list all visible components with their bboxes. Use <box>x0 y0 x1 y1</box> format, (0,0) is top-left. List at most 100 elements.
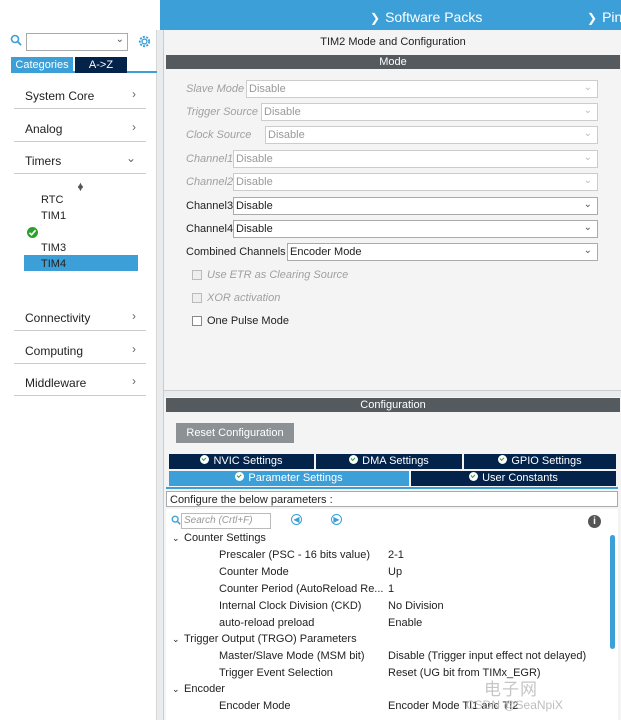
info-icon[interactable]: i <box>588 515 601 528</box>
checkbox-label: Use ETR as Clearing Source <box>207 269 349 281</box>
param-row[interactable]: Counter Period (AutoReload Re... 1 <box>166 583 606 599</box>
page-title: TIM2 Mode and Configuration <box>320 36 466 48</box>
param-name: Encoder Mode <box>219 700 291 712</box>
channel4-row: Channel4 Disable ⌄ <box>186 220 598 238</box>
field-label: Slave Mode <box>186 83 245 95</box>
tab-a-to-z[interactable]: A->Z <box>75 57 127 73</box>
vertical-scrollbar[interactable] <box>610 535 615 649</box>
check-circle-icon <box>349 455 359 464</box>
chevron-down-icon: ⌄ <box>115 34 124 45</box>
select-value: Disable <box>236 223 273 235</box>
clock-source-row: Clock Source Disable ⌄ <box>186 126 598 144</box>
chevron-down-icon: ⌄ <box>125 151 136 165</box>
param-row[interactable]: Prescaler (PSC - 16 bits value) 2-1 <box>166 549 606 565</box>
trigger-source-select[interactable]: Disable ⌄ <box>261 103 598 121</box>
timer-item-tim3[interactable]: TIM3 <box>41 242 66 254</box>
chevron-down-icon: ❯ <box>587 11 598 25</box>
param-row[interactable]: Trigger Event Selection Reset (UG bit fro… <box>166 667 606 683</box>
channel3-select[interactable]: Disable ⌄ <box>233 197 598 215</box>
group-timers[interactable]: Timers ⌄ <box>14 148 146 174</box>
component-search-input[interactable]: ⌄ <box>26 33 128 51</box>
group-connectivity[interactable]: Connectivity › <box>14 305 146 331</box>
reset-configuration-button[interactable]: Reset Configuration <box>176 423 294 443</box>
tab-label: Parameter Settings <box>248 472 343 484</box>
tab-parameter-settings[interactable]: Parameter Settings <box>169 471 409 486</box>
checkbox-box <box>192 270 202 280</box>
search-icon[interactable] <box>10 34 22 49</box>
param-row[interactable]: Master/Slave Mode (MSM bit) Disable (Trig… <box>166 650 606 666</box>
chevron-down-icon: ⌄ <box>172 684 180 694</box>
timer-item-tim2[interactable]: TIM2 <box>41 226 66 238</box>
tab-label: GPIO Settings <box>511 455 582 467</box>
checkbox-box <box>192 293 202 303</box>
param-name: Internal Clock Division (CKD) <box>219 600 362 612</box>
param-value: Disable (Trigger input effect not delaye… <box>388 650 587 662</box>
timer-item-rtc[interactable]: RTC <box>41 194 63 206</box>
next-match-icon[interactable]: ▶ <box>331 514 342 525</box>
channel2-row: Channel2 Disable ⌄ <box>186 173 598 191</box>
gear-icon[interactable] <box>137 34 152 52</box>
channel4-select[interactable]: Disable ⌄ <box>233 220 598 238</box>
group-middleware[interactable]: Middleware › <box>14 370 146 396</box>
param-row[interactable]: Internal Clock Division (CKD) No Division <box>166 600 606 616</box>
group-computing[interactable]: Computing › <box>14 338 146 364</box>
chevron-right-icon: › <box>132 309 136 323</box>
tab-dma-settings[interactable]: DMA Settings <box>316 454 462 469</box>
software-packs-menu[interactable]: ❯ Software Packs <box>370 9 482 25</box>
param-value: 1 <box>388 583 395 595</box>
group-label: Middleware <box>25 376 87 390</box>
group-label: System Core <box>25 89 95 103</box>
parameter-search-input[interactable]: Search (Crtl+F) <box>181 513 271 529</box>
slave-mode-select[interactable]: Disable ⌄ <box>246 80 598 98</box>
field-label: Trigger Source <box>186 106 258 118</box>
param-name: Trigger Event Selection <box>219 667 333 679</box>
group-row-counter-settings[interactable]: ⌄ Counter Settings <box>166 532 606 548</box>
previous-match-icon[interactable]: ◀ <box>291 514 302 525</box>
config-description: Configure the below parameters : <box>166 491 618 507</box>
combined-channels-select[interactable]: Encoder Mode ⌄ <box>287 243 598 261</box>
tab-underline <box>166 487 618 489</box>
field-label: Channel4 <box>186 223 234 235</box>
group-system-core[interactable]: System Core › <box>14 83 146 109</box>
field-label: Combined Channels <box>186 246 286 258</box>
tab-label: User Constants <box>482 472 558 484</box>
clock-source-select[interactable]: Disable ⌄ <box>265 126 598 144</box>
select-value: Encoder Mode <box>290 246 362 258</box>
slave-mode-row: Slave Mode Disable ⌄ <box>186 80 598 98</box>
check-circle-icon <box>498 455 508 464</box>
field-label: Channel2 <box>186 176 234 188</box>
checkbox-label: One Pulse Mode <box>207 315 289 327</box>
param-row[interactable]: Counter Mode Up <box>166 566 606 582</box>
check-circle-icon <box>235 472 245 481</box>
pinout-menu[interactable]: ❯ Pin <box>587 9 621 25</box>
tab-categories[interactable]: Categories <box>11 57 73 73</box>
check-circle-icon <box>26 226 39 242</box>
tab-nvic-settings[interactable]: NVIC Settings <box>169 454 314 469</box>
param-value: 2-1 <box>388 549 404 561</box>
top-menu-bar: ❯ Software Packs ❯ Pin <box>0 0 621 30</box>
timer-item-tim1[interactable]: TIM1 <box>41 210 66 222</box>
channel2-select[interactable]: Disable ⌄ <box>233 173 598 191</box>
tab-user-constants[interactable]: User Constants <box>411 471 616 486</box>
group-row-trigger-output[interactable]: ⌄ Trigger Output (TRGO) Parameters <box>166 633 606 649</box>
tab-gpio-settings[interactable]: GPIO Settings <box>464 454 616 469</box>
channel1-select[interactable]: Disable ⌄ <box>233 150 598 168</box>
param-name: auto-reload preload <box>219 617 315 629</box>
parameter-tree: Search (Crtl+F) ◀ ▶ i ⌄ Counter Settings … <box>166 509 618 720</box>
chevron-down-icon: ⌄ <box>583 105 592 116</box>
group-analog[interactable]: Analog › <box>14 116 146 142</box>
group-row-encoder[interactable]: ⌄ Encoder <box>166 683 606 699</box>
param-row[interactable]: auto-reload preload Enable <box>166 617 606 633</box>
select-value: Disable <box>236 153 273 165</box>
chevron-down-icon: ⌄ <box>583 199 592 210</box>
section-splitter[interactable] <box>164 390 621 397</box>
timer-item-tim4[interactable]: TIM4 <box>41 258 66 270</box>
chevron-down-icon: ⌄ <box>172 634 180 644</box>
param-name: Counter Mode <box>219 566 289 578</box>
select-value: Disable <box>236 200 273 212</box>
sort-icon[interactable]: ▲ ▼ <box>76 180 85 200</box>
chevron-right-icon: › <box>132 374 136 388</box>
group-label: Timers <box>25 154 62 168</box>
param-value: No Division <box>388 600 444 612</box>
select-value: Disable <box>264 106 301 118</box>
